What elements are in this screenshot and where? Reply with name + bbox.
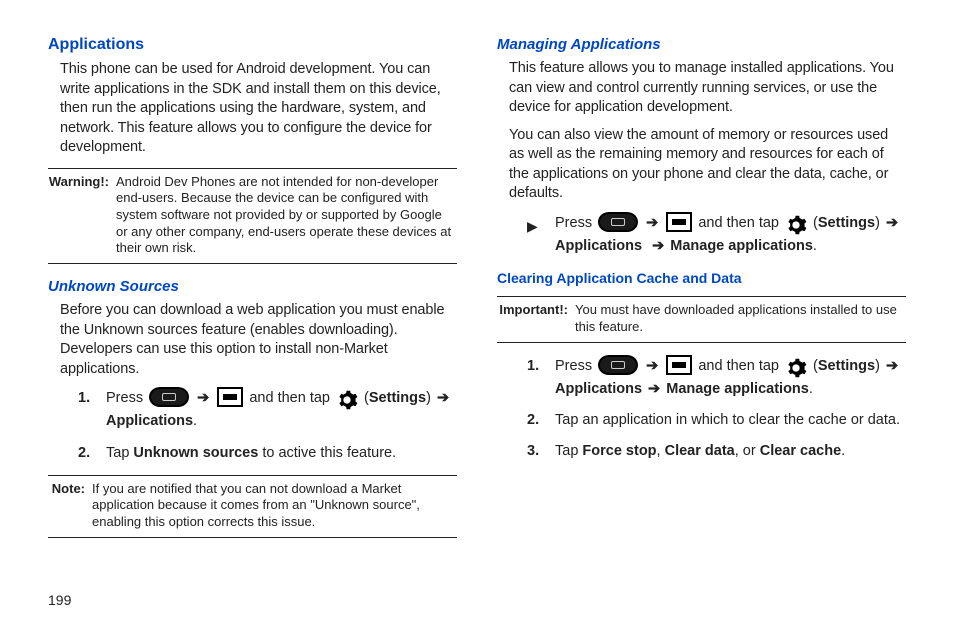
warning-callout: Warning!: Android Dev Phones are not int… <box>48 168 457 264</box>
settings-gear-icon <box>785 357 807 379</box>
arrow-icon: ➔ <box>650 238 666 254</box>
home-button-icon <box>149 387 189 407</box>
step-number: 2. <box>78 442 90 465</box>
warning-body: Android Dev Phones are not intended for … <box>116 174 457 257</box>
clear-cache-steps: 1. Press ➔ and then tap (Settings) ➔ App… <box>527 355 906 464</box>
step-text: Press <box>106 390 147 406</box>
unknown-sources-paragraph: Before you can download a web applicatio… <box>60 301 457 379</box>
important-body: You must have downloaded applications in… <box>575 302 906 335</box>
step-2: 2. Tap Unknown sources to active this fe… <box>78 442 457 465</box>
applications-label: Applications <box>555 238 642 254</box>
step-number: 2. <box>527 409 539 432</box>
step-text: to active this feature. <box>258 445 396 461</box>
arrow-icon: ➔ <box>884 215 900 231</box>
heading-clearing-cache: Clearing Application Cache and Data <box>497 270 906 286</box>
important-label: Important!: <box>497 302 571 319</box>
unknown-sources-label: Unknown sources <box>133 445 258 461</box>
settings-label: Settings <box>369 390 426 406</box>
step-text: and then tap <box>698 358 783 374</box>
warning-label: Warning!: <box>48 174 112 191</box>
note-body: If you are notified that you can not dow… <box>92 481 457 531</box>
home-button-icon <box>598 355 638 375</box>
step-bullet: ▶ Press ➔ and then tap (Settings) ➔ Appl… <box>527 212 906 258</box>
settings-label: Settings <box>818 215 875 231</box>
step-text: Tap <box>106 445 133 461</box>
menu-button-icon <box>217 387 243 407</box>
step-text: Press <box>555 215 596 231</box>
separator: , <box>657 443 665 459</box>
step-number: 3. <box>527 440 539 463</box>
clear-data-label: Clear data <box>665 443 735 459</box>
settings-gear-icon <box>785 214 807 236</box>
manage-applications-label: Manage applications <box>670 238 813 254</box>
heading-applications: Applications <box>48 36 457 54</box>
note-label: Note: <box>48 481 88 498</box>
manage-applications-label: Manage applications <box>666 381 809 397</box>
step-text: , or <box>735 443 760 459</box>
step-text: and then tap <box>698 215 783 231</box>
right-column: Managing Applications This feature allow… <box>497 36 906 576</box>
heading-unknown-sources: Unknown Sources <box>48 278 457 295</box>
step-text: Tap an application in which to clear the… <box>555 412 900 428</box>
triangle-bullet-icon: ▶ <box>527 215 538 237</box>
clear-cache-label: Clear cache <box>760 443 841 459</box>
step-1: 1. Press ➔ and then tap (Settings) ➔ App… <box>527 355 906 401</box>
applications-label: Applications <box>106 413 193 429</box>
step-number: 1. <box>527 355 539 378</box>
note-callout: Note: If you are notified that you can n… <box>48 475 457 538</box>
step-text: Tap <box>555 443 582 459</box>
home-button-icon <box>598 212 638 232</box>
step-text: Press <box>555 358 596 374</box>
settings-gear-icon <box>336 389 358 411</box>
applications-label: Applications <box>555 381 642 397</box>
intro-paragraph: This phone can be used for Android devel… <box>60 60 457 158</box>
page-content: Applications This phone can be used for … <box>48 36 906 576</box>
arrow-icon: ➔ <box>195 390 211 406</box>
arrow-icon: ➔ <box>646 381 662 397</box>
step-1: 1. Press ➔ and then tap (Settings) ➔ App… <box>78 387 457 433</box>
unknown-sources-steps: 1. Press ➔ and then tap (Settings) ➔ App… <box>78 387 457 465</box>
manage-paragraph-1: This feature allows you to manage instal… <box>509 59 906 118</box>
step-text: and then tap <box>249 390 334 406</box>
menu-button-icon <box>666 212 692 232</box>
step-2: 2. Tap an application in which to clear … <box>527 409 906 432</box>
page-number: 199 <box>48 592 71 608</box>
important-callout: Important!: You must have downloaded app… <box>497 296 906 342</box>
arrow-icon: ➔ <box>644 215 660 231</box>
force-stop-label: Force stop <box>582 443 656 459</box>
step-number: 1. <box>78 387 90 410</box>
manage-paragraph-2: You can also view the amount of memory o… <box>509 126 906 204</box>
arrow-icon: ➔ <box>644 358 660 374</box>
menu-button-icon <box>666 355 692 375</box>
arrow-icon: ➔ <box>435 390 451 406</box>
manage-steps: ▶ Press ➔ and then tap (Settings) ➔ Appl… <box>527 212 906 258</box>
settings-label: Settings <box>818 358 875 374</box>
arrow-icon: ➔ <box>884 358 900 374</box>
step-3: 3. Tap Force stop, Clear data, or Clear … <box>527 440 906 463</box>
heading-managing-applications: Managing Applications <box>497 36 906 53</box>
left-column: Applications This phone can be used for … <box>48 36 457 576</box>
